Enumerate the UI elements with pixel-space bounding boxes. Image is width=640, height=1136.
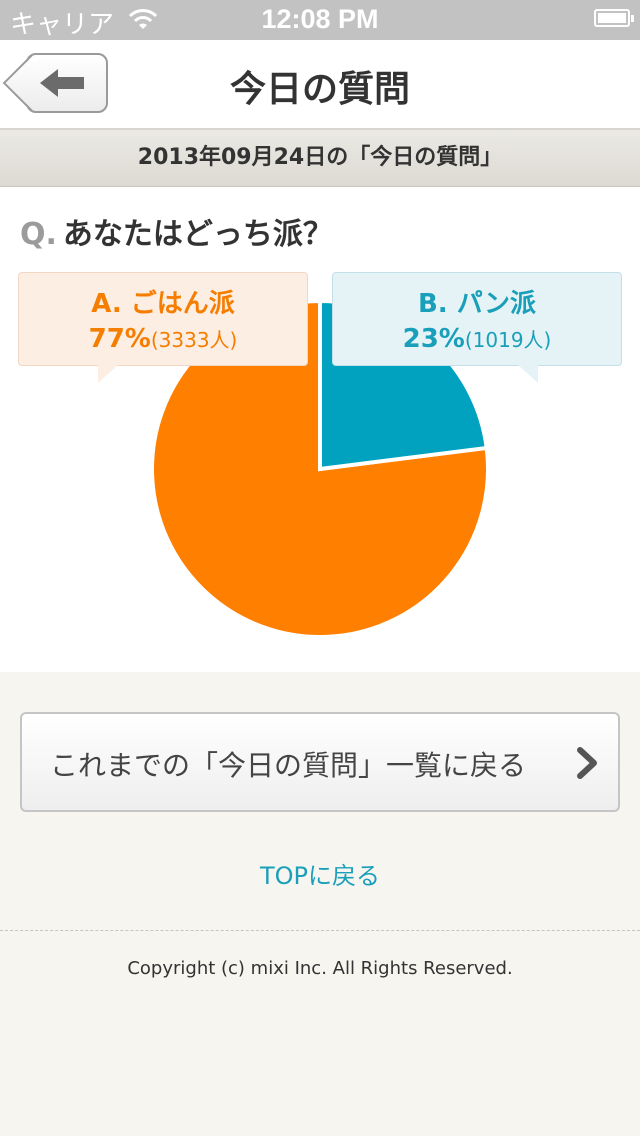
answer-a-result: 77%(3333人) <box>19 324 307 354</box>
battery-icon <box>594 9 634 27</box>
answer-a-bubble-tail <box>98 365 118 383</box>
back-arrow-icon <box>36 65 92 105</box>
answer-b-bubble: B. パン派 23%(1019人) <box>332 272 622 366</box>
question-content: Q. あなたはどっち派？ A. ごはん派 77%(3333人) B. パン派 23… <box>0 187 640 672</box>
answer-b-count: (1019人) <box>464 328 552 352</box>
nav-bar: 今日の質問 <box>0 40 640 130</box>
status-bar: キャリア 12:08 PM <box>0 0 640 40</box>
status-time: 12:08 PM <box>261 4 379 34</box>
footer-divider <box>0 930 640 931</box>
date-header: 2013年09月24日の「今日の質問」 <box>0 130 640 187</box>
answer-a-label: A. ごはん派 <box>91 289 235 319</box>
copyright-text: Copyright (c) mixi Inc. All Rights Reser… <box>127 958 513 979</box>
answer-a-count: (3333人) <box>150 328 238 352</box>
answer-b-result: 23%(1019人) <box>333 324 621 354</box>
back-to-list-button[interactable]: これまでの「今日の質問」一覧に戻る <box>20 712 620 812</box>
top-link[interactable]: TOPに戻る <box>0 856 640 891</box>
pie-chart <box>150 298 491 639</box>
answer-a-bubble: A. ごはん派 77%(3333人) <box>18 272 308 366</box>
answer-b-percent: 23% <box>402 324 465 354</box>
answer-a-percent: 77% <box>88 324 151 354</box>
back-to-list-label: これまでの「今日の質問」一覧に戻る <box>50 749 527 782</box>
chevron-right-icon <box>576 746 598 784</box>
answer-b-bubble-tail <box>518 365 538 383</box>
page-title: 今日の質問 <box>229 69 410 110</box>
answer-b-label: B. パン派 <box>417 289 537 319</box>
